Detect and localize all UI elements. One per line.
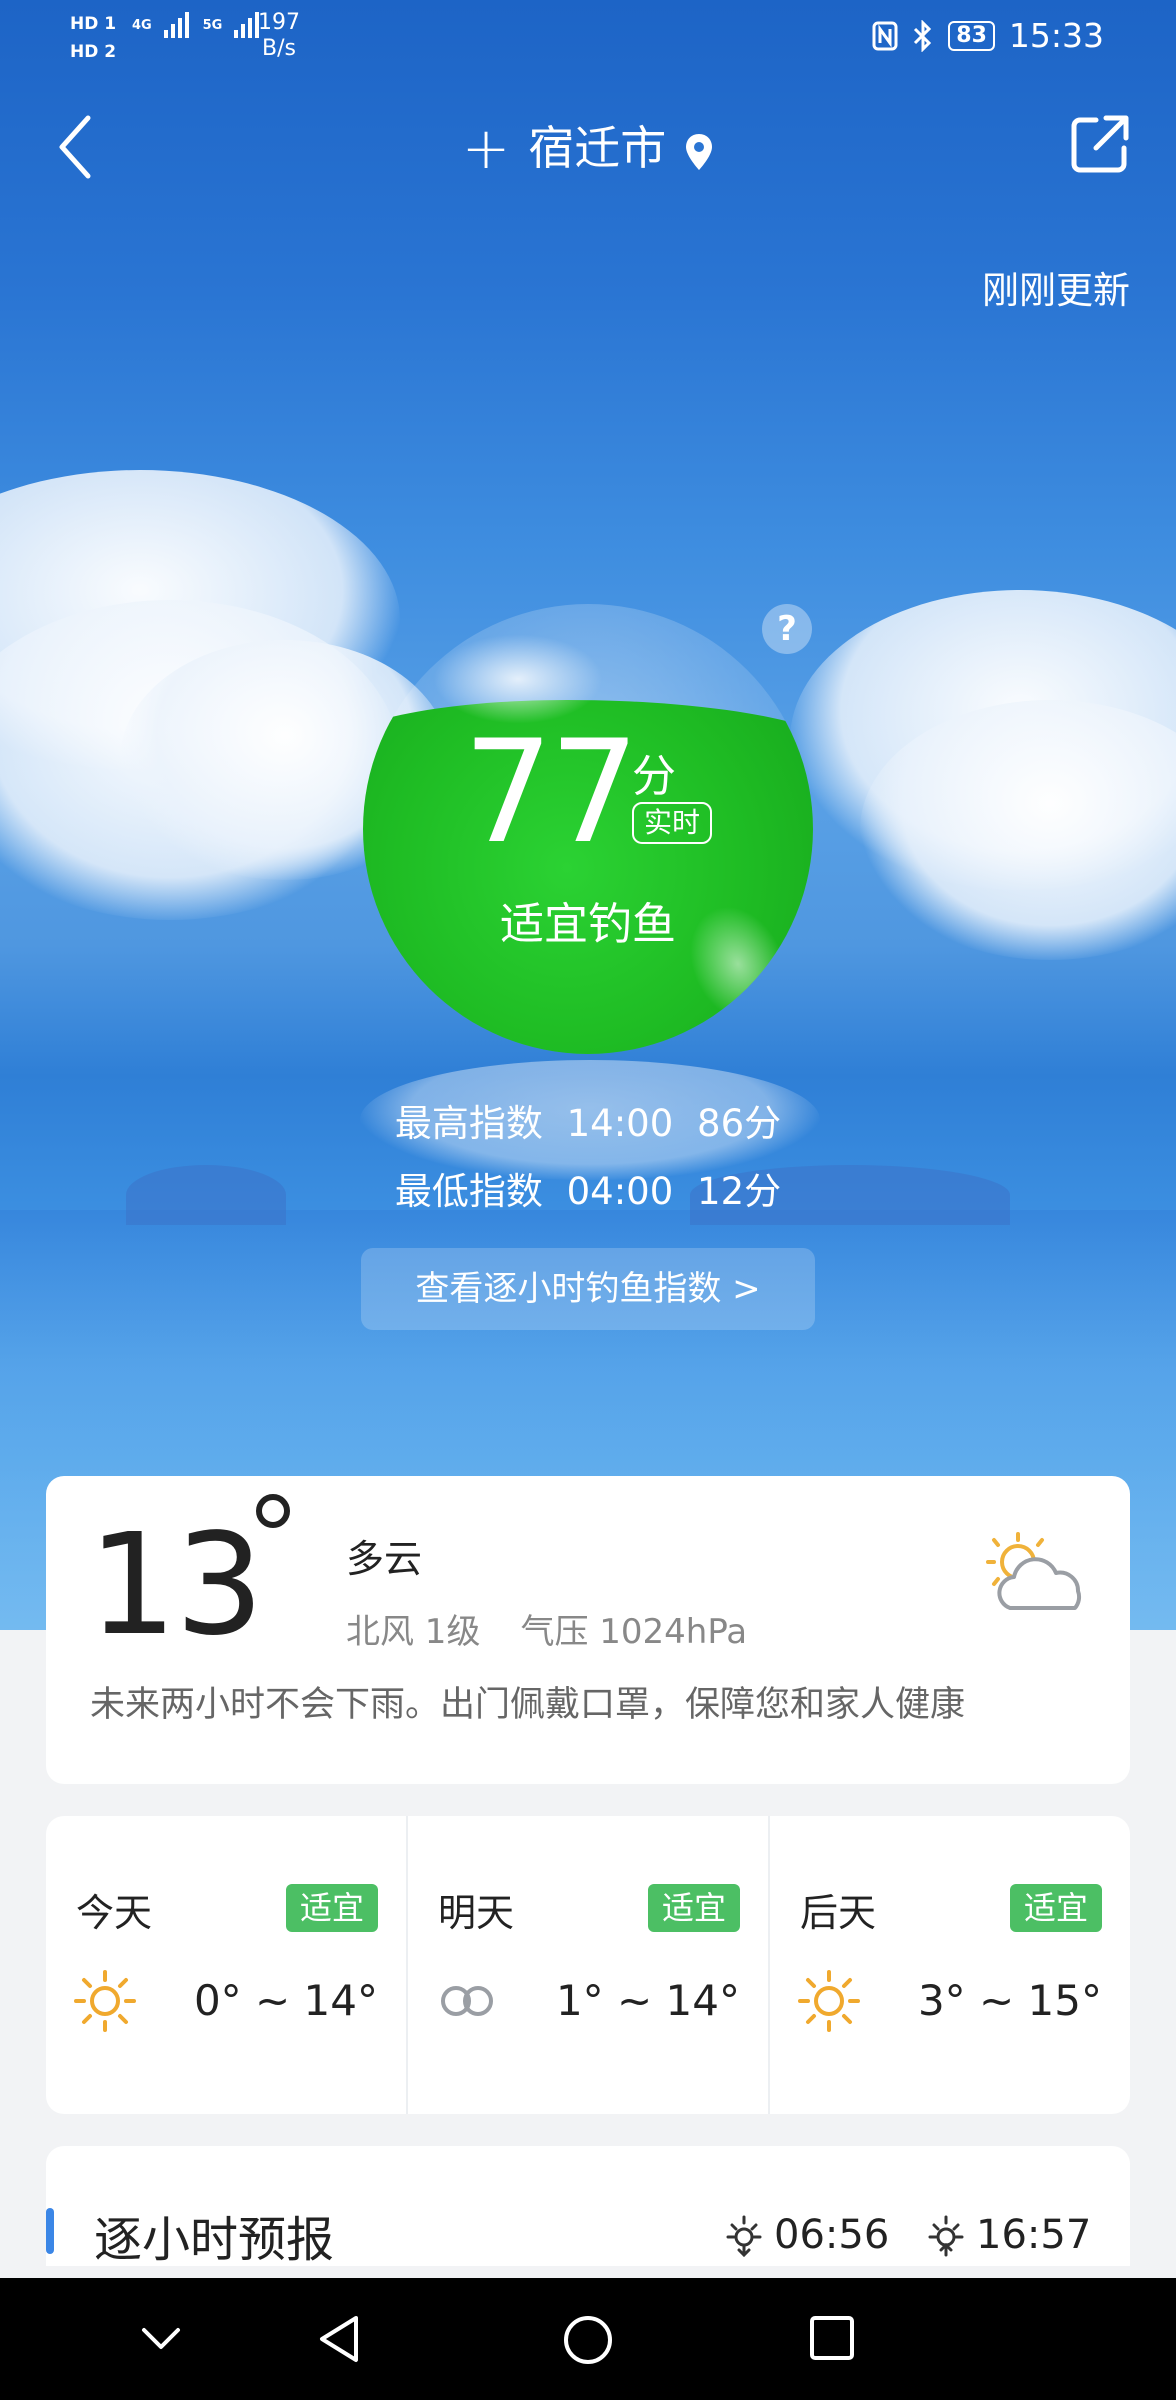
nav-recents-icon[interactable] (808, 2314, 856, 2362)
bluetooth-icon (914, 19, 932, 52)
index-stats: 最高指数 14:00 86分 最低指数 04:00 12分 (0, 1090, 1176, 1226)
battery-level: 83 (956, 22, 987, 48)
suitability-badge: 适宜 (285, 1884, 378, 1932)
speed-unit: B/s (262, 36, 296, 61)
temperature-range: 1° ~ 14° (555, 1976, 740, 2025)
current-weather-card[interactable]: 13 多云 北风 1级 气压 1024hPa 未来两小时不会下雨。出门佩戴口罩，保… (46, 1476, 1130, 1784)
sunrise-icon (726, 2215, 762, 2257)
sim-indicators: HD 1 4G 5G HD 2 (70, 10, 260, 65)
day-name: 后天 (800, 1891, 877, 1935)
degree-symbol (256, 1494, 290, 1528)
max-index-row: 最高指数 14:00 86分 (0, 1090, 1176, 1158)
haze-icon (441, 1986, 493, 2016)
section-accent-bar (46, 2208, 54, 2254)
network-speed: 197 B/s (258, 10, 300, 62)
sunrise-time: 06:56 (774, 2212, 890, 2258)
sunset-icon (928, 2215, 964, 2257)
weather-meta: 北风 1级 气压 1024hPa (346, 1604, 787, 1653)
min-time: 04:00 (566, 1170, 674, 1213)
help-icon[interactable]: ? (762, 604, 812, 654)
share-icon[interactable] (1066, 112, 1132, 178)
city-name[interactable]: 宿迁市 (528, 121, 666, 175)
min-label: 最低指数 (394, 1170, 543, 1213)
min-score: 12分 (697, 1170, 782, 1213)
speed-value: 197 (258, 10, 300, 35)
location-pin-icon (686, 133, 713, 170)
wind-info: 北风 1级 (346, 1612, 481, 1652)
max-score: 86分 (697, 1102, 782, 1145)
sunset-info: 16:57 (924, 2212, 1091, 2258)
weather-advice: 未来两小时不会下雨。出门佩戴口罩，保障您和家人健康 (90, 1685, 966, 1725)
realtime-badge: 实时 (632, 802, 713, 844)
index-unit: 分 (632, 751, 676, 802)
hourly-index-button[interactable]: 查看逐小时钓鱼指数 > (361, 1248, 815, 1330)
temperature-range: 3° ~ 15° (917, 1976, 1102, 2025)
forecast-day[interactable]: 今天 适宜 0° ~ 14° (46, 1816, 406, 2114)
add-city-button[interactable]: + (462, 114, 511, 182)
forecast-day[interactable]: 后天 适宜 3° ~ 15° (768, 1816, 1130, 2114)
nav-home-icon[interactable] (562, 2314, 614, 2366)
nfc-icon (872, 21, 898, 50)
sim1-label: HD 1 (70, 14, 117, 34)
system-nav-bar (0, 2278, 1176, 2400)
sunset-time: 16:57 (976, 2212, 1092, 2258)
sunrise-info: 06:56 (722, 2212, 889, 2258)
network-type: 4G (132, 18, 152, 33)
current-temperature: 13 (88, 1504, 264, 1667)
city-header: + 宿迁市 (0, 108, 1176, 188)
chevron-down-icon[interactable] (136, 2314, 186, 2364)
battery-icon: 83 (948, 20, 995, 51)
status-bar: HD 1 4G 5G HD 2 197 B/s 83 15:33 (0, 0, 1176, 76)
update-status: 刚刚更新 (982, 269, 1130, 312)
signal-icon (163, 10, 189, 38)
max-label: 最高指数 (394, 1102, 543, 1145)
suitability-badge: 适宜 (647, 1884, 740, 1932)
min-index-row: 最低指数 04:00 12分 (0, 1158, 1176, 1226)
partly-cloudy-icon (986, 1532, 1082, 1610)
sun-icon (74, 1970, 136, 2032)
sun-icon (798, 1970, 860, 2032)
day-name: 明天 (438, 1891, 515, 1935)
section-title: 逐小时预报 (94, 2212, 335, 2268)
index-score: 77 (463, 710, 640, 875)
sim2-label: HD 2 (70, 42, 117, 62)
clock: 15:33 (1008, 16, 1104, 55)
network-type: 5G (202, 18, 223, 33)
forecast-day[interactable]: 明天 适宜 1° ~ 14° (406, 1816, 768, 2114)
day-name: 今天 (76, 1891, 153, 1935)
status-right: 83 15:33 (872, 16, 1104, 55)
forecast-card: 今天 适宜 0° ~ 14° 明天 适宜 1° ~ 14° 后天 适宜 3° ~… (46, 1816, 1130, 2114)
suitability-badge: 适宜 (1009, 1884, 1102, 1932)
temperature-range: 0° ~ 14° (193, 1976, 378, 2025)
hourly-forecast-card: 逐小时预报 06:56 16:57 (46, 2146, 1130, 2268)
nav-back-icon[interactable] (316, 2314, 366, 2364)
weather-condition: 多云 (346, 1537, 423, 1581)
signal-icon (234, 10, 260, 38)
index-verdict: 适宜钓鱼 (500, 899, 676, 950)
pressure-info: 气压 1024hPa (520, 1612, 748, 1652)
max-time: 14:00 (566, 1102, 674, 1145)
